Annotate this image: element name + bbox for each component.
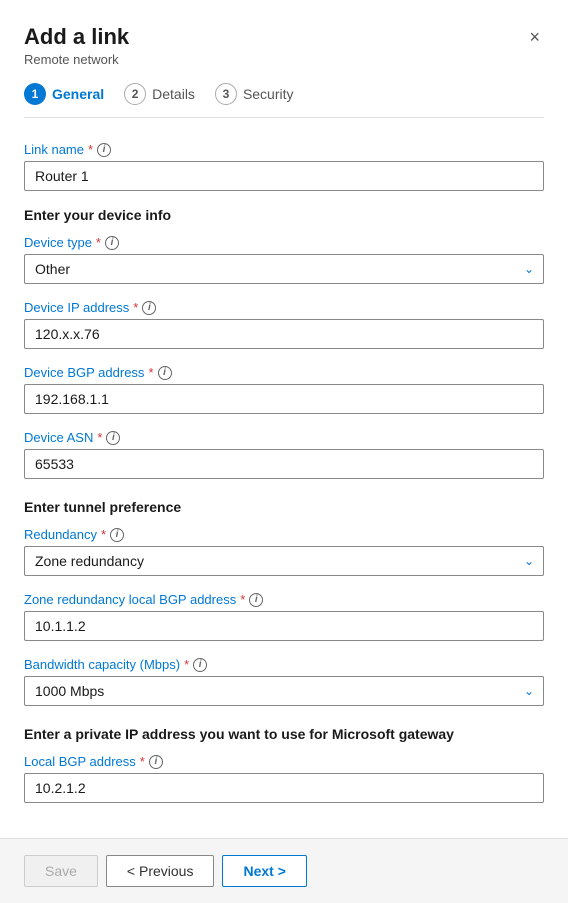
previous-button[interactable]: < Previous <box>106 855 215 887</box>
redundancy-select[interactable]: Zone redundancy No redundancy <box>24 546 544 576</box>
dialog-header: Add a link Remote network × <box>24 24 544 67</box>
steps-nav: 1 General 2 Details 3 Security <box>24 83 544 118</box>
tunnel-preference-section: Enter tunnel preference Redundancy * i Z… <box>24 499 544 706</box>
step-security[interactable]: 3 Security <box>215 83 294 105</box>
device-ip-label: Device IP address * i <box>24 300 544 315</box>
local-bgp-info-icon[interactable]: i <box>149 755 163 769</box>
step-general-number: 1 <box>24 83 46 105</box>
step-security-label: Security <box>243 86 294 102</box>
link-name-input[interactable] <box>24 161 544 191</box>
device-bgp-input[interactable] <box>24 384 544 414</box>
device-type-group: Device type * i Other Router Switch Fire… <box>24 235 544 284</box>
device-ip-group: Device IP address * i <box>24 300 544 349</box>
gateway-section: Enter a private IP address you want to u… <box>24 726 544 803</box>
link-name-group: Link name * i <box>24 142 544 191</box>
step-details[interactable]: 2 Details <box>124 83 195 105</box>
bandwidth-select[interactable]: 1000 Mbps 500 Mbps 2000 Mbps <box>24 676 544 706</box>
save-button[interactable]: Save <box>24 855 98 887</box>
local-bgp-group: Local BGP address * i <box>24 754 544 803</box>
device-asn-input[interactable] <box>24 449 544 479</box>
bandwidth-group: Bandwidth capacity (Mbps) * i 1000 Mbps … <box>24 657 544 706</box>
bandwidth-select-wrapper: 1000 Mbps 500 Mbps 2000 Mbps ⌄ <box>24 676 544 706</box>
dialog-title: Add a link <box>24 24 129 50</box>
step-general[interactable]: 1 General <box>24 83 104 105</box>
device-asn-info-icon[interactable]: i <box>106 431 120 445</box>
zone-bgp-input[interactable] <box>24 611 544 641</box>
close-button[interactable]: × <box>525 24 544 50</box>
step-general-label: General <box>52 86 104 102</box>
zone-bgp-group: Zone redundancy local BGP address * i <box>24 592 544 641</box>
step-security-number: 3 <box>215 83 237 105</box>
device-bgp-group: Device BGP address * i <box>24 365 544 414</box>
link-name-info-icon[interactable]: i <box>97 143 111 157</box>
redundancy-info-icon[interactable]: i <box>110 528 124 542</box>
redundancy-group: Redundancy * i Zone redundancy No redund… <box>24 527 544 576</box>
step-details-number: 2 <box>124 83 146 105</box>
dialog-footer: Save < Previous Next > <box>0 838 568 903</box>
device-bgp-info-icon[interactable]: i <box>158 366 172 380</box>
next-button[interactable]: Next > <box>222 855 306 887</box>
tunnel-preference-title: Enter tunnel preference <box>24 499 544 515</box>
device-ip-input[interactable] <box>24 319 544 349</box>
local-bgp-label: Local BGP address * i <box>24 754 544 769</box>
device-type-select-wrapper: Other Router Switch Firewall ⌄ <box>24 254 544 284</box>
step-details-label: Details <box>152 86 195 102</box>
device-bgp-label: Device BGP address * i <box>24 365 544 380</box>
device-type-select[interactable]: Other Router Switch Firewall <box>24 254 544 284</box>
link-name-label: Link name * i <box>24 142 544 157</box>
zone-bgp-info-icon[interactable]: i <box>249 593 263 607</box>
dialog-subtitle: Remote network <box>24 52 129 67</box>
device-asn-label: Device ASN * i <box>24 430 544 445</box>
device-info-section: Enter your device info Device type * i O… <box>24 207 544 479</box>
bandwidth-info-icon[interactable]: i <box>193 658 207 672</box>
bandwidth-label: Bandwidth capacity (Mbps) * i <box>24 657 544 672</box>
local-bgp-input[interactable] <box>24 773 544 803</box>
gateway-title: Enter a private IP address you want to u… <box>24 726 544 742</box>
zone-bgp-label: Zone redundancy local BGP address * i <box>24 592 544 607</box>
device-ip-info-icon[interactable]: i <box>142 301 156 315</box>
add-link-dialog: Add a link Remote network × 1 General 2 … <box>0 0 568 903</box>
redundancy-select-wrapper: Zone redundancy No redundancy ⌄ <box>24 546 544 576</box>
device-type-info-icon[interactable]: i <box>105 236 119 250</box>
device-info-title: Enter your device info <box>24 207 544 223</box>
redundancy-label: Redundancy * i <box>24 527 544 542</box>
device-asn-group: Device ASN * i <box>24 430 544 479</box>
device-type-label: Device type * i <box>24 235 544 250</box>
